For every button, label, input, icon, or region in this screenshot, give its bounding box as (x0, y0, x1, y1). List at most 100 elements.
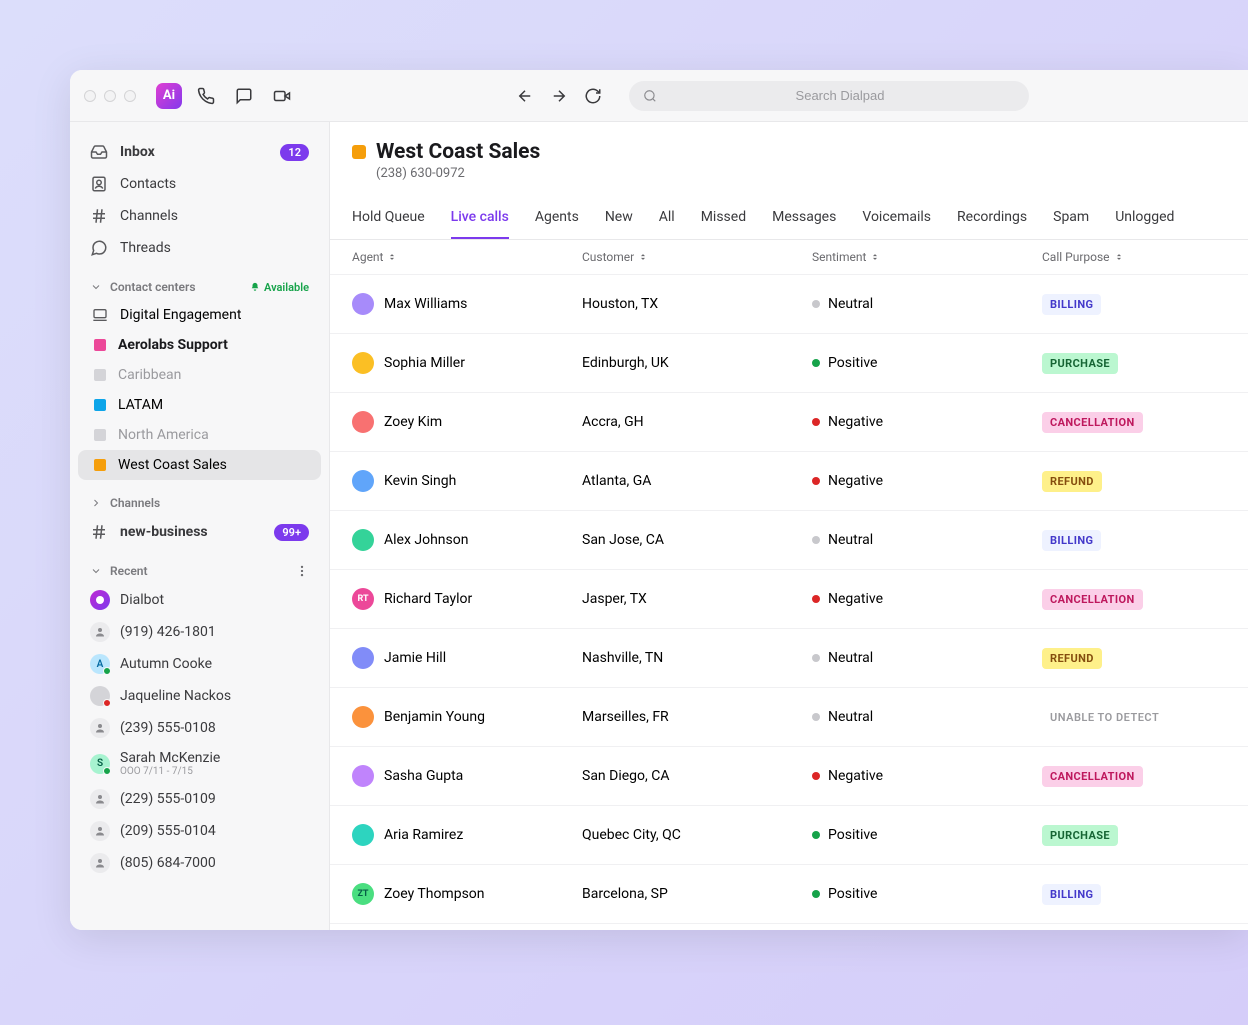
purpose-cell: BILLING (1042, 530, 1226, 551)
contact-center-item[interactable]: LATAM (78, 390, 321, 420)
contact-center-item[interactable]: Aerolabs Support (78, 330, 321, 360)
sentiment-dot-icon (812, 772, 820, 780)
sidebar-item-threads[interactable]: Threads (78, 232, 321, 264)
tab-live-calls[interactable]: Live calls (451, 199, 509, 239)
contact-center-item[interactable]: North America (78, 420, 321, 450)
table-row[interactable]: ZT Zoey Thompson Barcelona, SP Positive … (330, 865, 1248, 924)
recent-item[interactable]: (209) 555-0104 (78, 815, 321, 847)
forward-button[interactable] (545, 82, 573, 110)
search-input[interactable] (665, 88, 1015, 103)
sidebar-item-label: Threads (120, 240, 309, 256)
sidebar-item-inbox[interactable]: Inbox12 (78, 136, 321, 168)
tab-spam[interactable]: Spam (1053, 199, 1089, 239)
customer-cell: Atlanta, GA (582, 473, 812, 489)
sidebar-item-label: Channels (120, 208, 309, 224)
avatar (352, 529, 374, 551)
message-icon[interactable] (230, 82, 258, 110)
avatar: A (90, 654, 110, 674)
tab-voicemails[interactable]: Voicemails (862, 199, 931, 239)
tab-new[interactable]: New (605, 199, 633, 239)
agent-cell: Sasha Gupta (352, 765, 582, 787)
phone-icon[interactable] (192, 82, 220, 110)
avatar (352, 706, 374, 728)
table-row[interactable]: Jamie Hill Nashville, TN Neutral REFUND (330, 629, 1248, 688)
purpose-cell: CANCELLATION (1042, 412, 1226, 433)
section-label: Channels (110, 496, 160, 510)
video-icon[interactable] (268, 82, 296, 110)
main-content: West Coast Sales (238) 630-0972 Hold Que… (330, 122, 1248, 930)
tab-hold-queue[interactable]: Hold Queue (352, 199, 425, 239)
traffic-light-minimize[interactable] (104, 90, 116, 102)
customer-cell: San Jose, CA (582, 532, 812, 548)
customer-cell: Houston, TX (582, 296, 812, 312)
hash-icon (90, 523, 108, 541)
search-bar[interactable] (629, 81, 1029, 111)
sentiment-label: Negative (828, 591, 883, 607)
sidebar-item-label: Inbox (120, 144, 268, 160)
purpose-cell: CANCELLATION (1042, 589, 1226, 610)
table-row[interactable]: Sophia Miller Edinburgh, UK Positive PUR… (330, 334, 1248, 393)
sidebar-item-contacts[interactable]: Contacts (78, 168, 321, 200)
purpose-badge: UNABLE TO DETECT (1042, 707, 1167, 728)
tab-unlogged[interactable]: Unlogged (1115, 199, 1174, 239)
recent-item[interactable]: (229) 555-0109 (78, 783, 321, 815)
table-row[interactable]: Kevin Singh Atlanta, GA Negative REFUND (330, 452, 1248, 511)
recent-item[interactable]: (239) 555-0108 (78, 712, 321, 744)
sentiment-label: Negative (828, 768, 883, 784)
table-row[interactable]: Max Williams Houston, TX Neutral BILLING (330, 275, 1248, 334)
sentiment-dot-icon (812, 890, 820, 898)
sentiment-cell: Positive (812, 886, 1042, 902)
sentiment-dot-icon (812, 595, 820, 603)
sidebar-item-channels[interactable]: Channels (78, 200, 321, 232)
agent-cell: Benjamin Young (352, 706, 582, 728)
channel-item[interactable]: new-business99+ (78, 516, 321, 548)
refresh-button[interactable] (579, 82, 607, 110)
tab-recordings[interactable]: Recordings (957, 199, 1027, 239)
contact-center-item[interactable]: Caribbean (78, 360, 321, 390)
avatar (90, 853, 110, 873)
contact-center-label: West Coast Sales (118, 457, 227, 473)
recent-header[interactable]: Recent (78, 558, 321, 584)
tab-agents[interactable]: Agents (535, 199, 579, 239)
column-header-sentiment[interactable]: Sentiment (812, 250, 1042, 264)
column-header-call-purpose[interactable]: Call Purpose (1042, 250, 1226, 264)
contact-center-label: North America (118, 427, 209, 443)
more-icon[interactable] (295, 564, 309, 578)
tab-missed[interactable]: Missed (701, 199, 746, 239)
recent-item[interactable]: Dialbot (78, 584, 321, 616)
traffic-light-close[interactable] (84, 90, 96, 102)
recent-item[interactable]: AAutumn Cooke (78, 648, 321, 680)
traffic-light-maximize[interactable] (124, 90, 136, 102)
recent-label: (209) 555-0104 (120, 823, 216, 839)
table-row[interactable]: Alex Johnson San Jose, CA Neutral BILLIN… (330, 511, 1248, 570)
contact-center-item[interactable]: Digital Engagement (78, 300, 321, 330)
table-row[interactable]: Zoey Kim Accra, GH Negative CANCELLATION (330, 393, 1248, 452)
tab-messages[interactable]: Messages (772, 199, 836, 239)
recent-label: (919) 426-1801 (120, 624, 216, 640)
recent-item[interactable]: (919) 426-1801 (78, 616, 321, 648)
table-row[interactable]: Benjamin Young Marseilles, FR Neutral UN… (330, 688, 1248, 747)
agent-name: Kevin Singh (384, 473, 456, 489)
contact-centers-header[interactable]: Contact centers Available (78, 274, 321, 300)
table-row[interactable]: Sasha Gupta San Diego, CA Negative CANCE… (330, 747, 1248, 806)
column-header-customer[interactable]: Customer (582, 250, 812, 264)
availability-status[interactable]: Available (250, 281, 309, 294)
column-header-agent[interactable]: Agent (352, 250, 582, 264)
recent-item[interactable]: (805) 684-7000 (78, 847, 321, 879)
tab-all[interactable]: All (659, 199, 675, 239)
contact-center-item[interactable]: West Coast Sales (78, 450, 321, 480)
agent-name: Jamie Hill (384, 650, 446, 666)
channel-label: new-business (120, 524, 262, 540)
customer-cell: Quebec City, QC (582, 827, 812, 843)
agent-cell: ZT Zoey Thompson (352, 883, 582, 905)
customer-cell: Marseilles, FR (582, 709, 812, 725)
sentiment-dot-icon (812, 300, 820, 308)
table-row[interactable]: RT Richard Taylor Jasper, TX Negative CA… (330, 570, 1248, 629)
recent-item[interactable]: Jaqueline Nackos (78, 680, 321, 712)
agent-cell: Zoey Kim (352, 411, 582, 433)
recent-item[interactable]: SSarah McKenzieOOO 7/11 - 7/15 (78, 744, 321, 783)
sentiment-label: Positive (828, 355, 877, 371)
channels-section-header[interactable]: Channels (78, 490, 321, 516)
table-row[interactable]: Aria Ramirez Quebec City, QC Positive PU… (330, 806, 1248, 865)
back-button[interactable] (511, 82, 539, 110)
